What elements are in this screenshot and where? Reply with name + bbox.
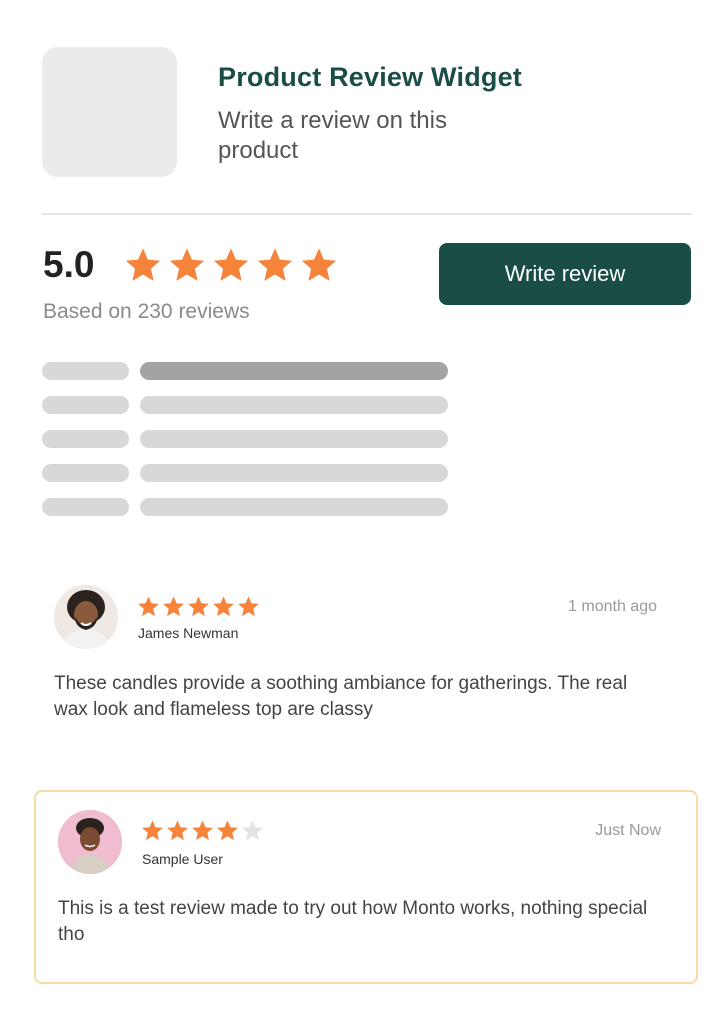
distribution-label-placeholder: [42, 498, 129, 516]
distribution-label-placeholder: [42, 430, 129, 448]
review-text: This is a test review made to try out ho…: [58, 898, 648, 945]
star-filled-icon: [257, 248, 293, 281]
review-stars: [137, 595, 260, 618]
avatar: [58, 810, 122, 874]
star-filled-icon: [192, 820, 213, 841]
star-filled-icon: [217, 820, 238, 841]
avatar: [54, 585, 118, 649]
distribution-bar: [140, 498, 448, 516]
product-subtitle: Write a review on this product: [218, 107, 447, 164]
review-card: James Newman 1 month ago These candles p…: [34, 566, 696, 756]
star-filled-icon: [138, 596, 159, 617]
distribution-bar: [140, 362, 448, 380]
star-filled-icon: [213, 596, 234, 617]
distribution-bar: [140, 430, 448, 448]
product-title: Product Review Widget: [218, 62, 522, 92]
distribution-bar-fill: [140, 362, 448, 380]
distribution-label-placeholder: [42, 396, 129, 414]
star-filled-icon: [142, 820, 163, 841]
distribution-bar: [140, 396, 448, 414]
star-filled-icon: [301, 248, 337, 281]
average-rating: 5.0: [43, 244, 95, 285]
review-card-highlighted: Sample User Just Now This is a test revi…: [34, 790, 698, 984]
reviewer-name: James Newman: [138, 625, 239, 641]
star-filled-icon: [167, 820, 188, 841]
review-count: Based on 230 reviews: [43, 300, 250, 323]
distribution-label-placeholder: [42, 362, 129, 380]
distribution-bar: [140, 464, 448, 482]
header-divider: [42, 213, 692, 215]
star-empty-icon: [242, 820, 263, 841]
star-filled-icon: [238, 596, 259, 617]
review-stars: [141, 819, 264, 842]
reviewer-name: Sample User: [142, 851, 223, 867]
star-filled-icon: [125, 248, 161, 281]
write-review-button[interactable]: Write review: [439, 243, 691, 305]
star-filled-icon: [188, 596, 209, 617]
review-text: These candles provide a soothing ambianc…: [54, 673, 628, 720]
distribution-label-placeholder: [42, 464, 129, 482]
review-time: 1 month ago: [568, 598, 657, 615]
star-filled-icon: [169, 248, 205, 281]
review-time: Just Now: [595, 822, 661, 839]
product-image-placeholder: [42, 47, 177, 177]
star-filled-icon: [213, 248, 249, 281]
average-stars: [124, 246, 338, 284]
star-filled-icon: [163, 596, 184, 617]
